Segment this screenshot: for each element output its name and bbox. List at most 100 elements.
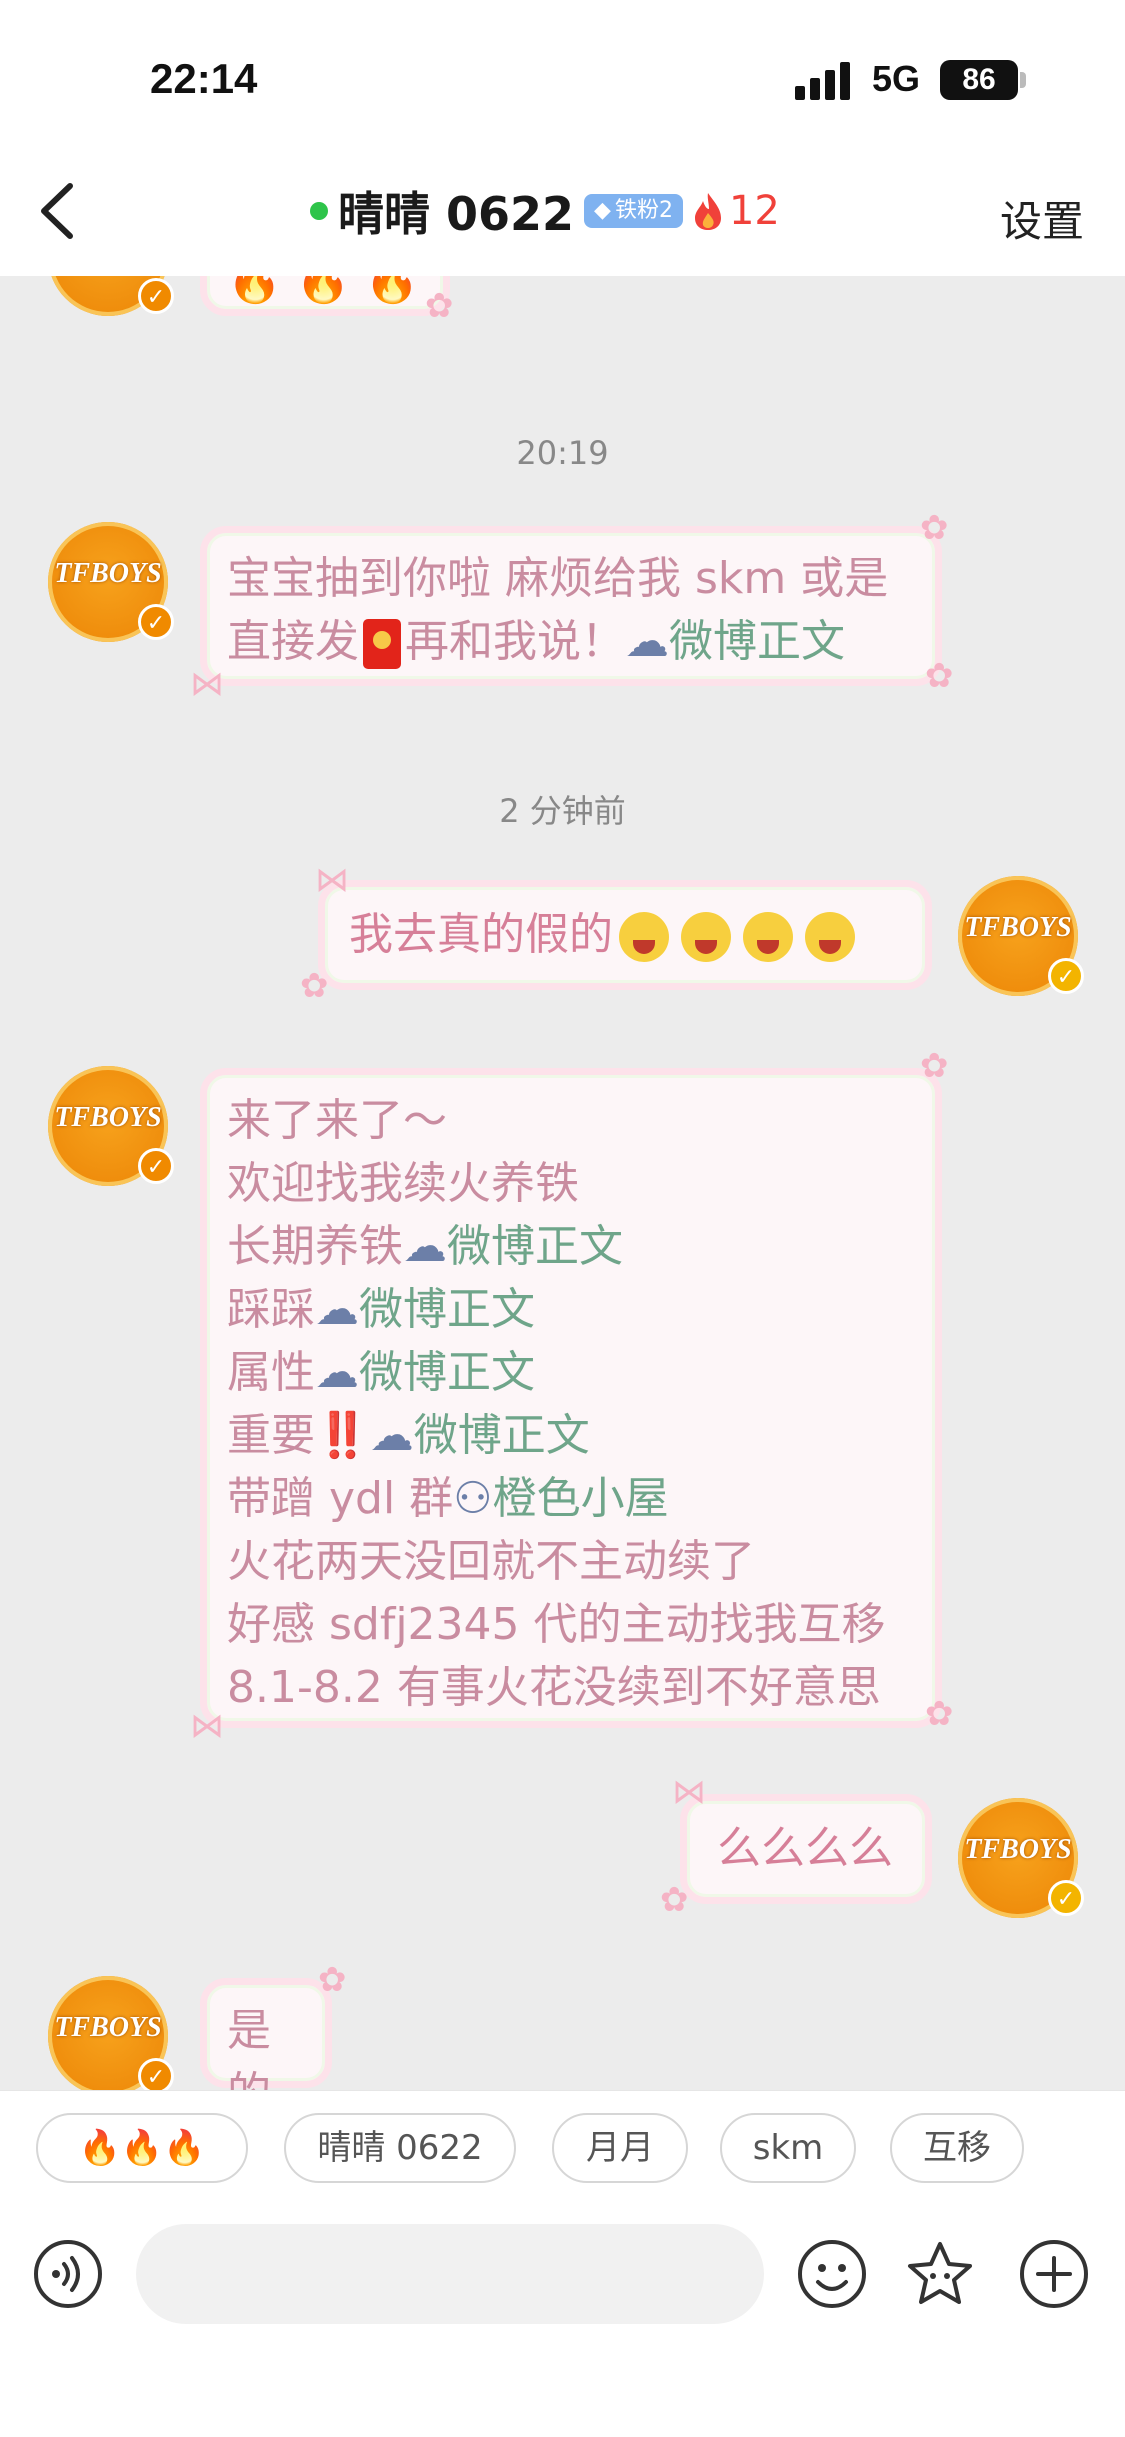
emoji-icon bbox=[619, 912, 669, 962]
avatar-logo: TFBOYS bbox=[964, 1834, 1072, 1865]
sticker-decoration-icon: ✿ bbox=[318, 1960, 347, 2000]
settings-button[interactable]: 设置 bbox=[1000, 188, 1084, 249]
sticker-decoration-icon: ✿ bbox=[920, 508, 949, 548]
verified-icon: ✓ bbox=[138, 1148, 174, 1184]
weibo-post-link[interactable]: 微博正文 bbox=[414, 1410, 590, 1461]
message-line: 属性☁微博正文 bbox=[227, 1341, 915, 1404]
red-envelope-icon bbox=[363, 619, 401, 669]
message-text: 带蹭 ydl 群 bbox=[227, 1473, 454, 1524]
message-text: 🔥 🔥 🔥 bbox=[227, 276, 420, 306]
sticker-decoration-icon: ✿ bbox=[925, 1694, 954, 1734]
verified-icon: ✓ bbox=[1048, 1880, 1084, 1916]
message-bubble[interactable]: 么么么么 bbox=[680, 1794, 932, 1904]
quick-reply-chip[interactable]: skm bbox=[720, 2113, 856, 2183]
sticker-decoration-icon: ✿ bbox=[660, 1880, 689, 1920]
cloud-icon: ☁ bbox=[315, 1284, 359, 1335]
group-icon: ⚇ bbox=[453, 1473, 493, 1524]
emoji-icon bbox=[743, 912, 793, 962]
emoji-icon[interactable] bbox=[796, 2238, 868, 2310]
message-text: 我去真的假的 bbox=[349, 909, 613, 960]
message-input[interactable] bbox=[136, 2224, 764, 2324]
sticker-icon[interactable] bbox=[904, 2238, 976, 2310]
message-line: 带蹭 ydl 群⚇橙色小屋 bbox=[227, 1467, 915, 1530]
quick-reply-chip[interactable]: 晴晴 0622 bbox=[284, 2113, 516, 2183]
bow-decoration-icon: ⋈ bbox=[315, 860, 349, 900]
chat-title: 晴晴 0622 bbox=[338, 187, 575, 241]
network-label: 5G bbox=[872, 58, 921, 99]
message-text: 重要 bbox=[227, 1410, 315, 1461]
message-text: 再和我说！ bbox=[405, 616, 625, 667]
online-status-dot bbox=[310, 202, 328, 220]
verified-icon: ✓ bbox=[138, 604, 174, 640]
sticker-decoration-icon: ✿ bbox=[425, 286, 454, 326]
quick-reply-chip[interactable]: 月月 bbox=[552, 2113, 688, 2183]
avatar-logo: TFBOYS bbox=[54, 558, 162, 589]
battery-level: 86 bbox=[962, 63, 996, 96]
message-line: 好感 sdfj2345 代的主动找我互移 bbox=[227, 1599, 886, 1650]
avatar[interactable]: TFBOYS ✓ bbox=[958, 1798, 1084, 1918]
avatar[interactable]: TFBOYS ✓ bbox=[958, 876, 1084, 996]
sticker-decoration-icon: ✿ bbox=[920, 1046, 949, 1086]
cloud-icon: ☁ bbox=[625, 616, 669, 667]
fire-streak: 12 bbox=[693, 188, 780, 234]
diamond-icon: ◆ bbox=[594, 198, 611, 223]
battery-tip bbox=[1020, 72, 1026, 88]
weibo-post-link[interactable]: 微博正文 bbox=[669, 616, 845, 667]
cloud-icon: ☁ bbox=[315, 1347, 359, 1398]
quick-reply-chip[interactable]: 互移 bbox=[890, 2113, 1024, 2183]
timestamp: 2 分钟前 bbox=[499, 792, 626, 830]
back-chevron-icon[interactable] bbox=[30, 178, 90, 244]
status-time: 22:14 bbox=[150, 55, 258, 102]
message-bubble[interactable]: 宝宝抽到你啦 麻烦给我 skm 或是 直接发 再和我说！☁微博正文 bbox=[200, 526, 942, 686]
message-line: 宝宝抽到你啦 麻烦给我 skm 或是 bbox=[227, 553, 889, 604]
chat-title-area[interactable]: 晴晴 0622 ◆ 铁粉2 12 bbox=[310, 178, 780, 244]
bow-decoration-icon: ⋈ bbox=[190, 664, 224, 704]
avatar[interactable]: TFBOYS ✓ bbox=[48, 1066, 174, 1186]
message-line: 踩踩☁微博正文 bbox=[227, 1278, 915, 1341]
bow-decoration-icon: ⋈ bbox=[190, 1706, 224, 1746]
verified-icon: ✓ bbox=[138, 278, 174, 314]
quick-reply-chip[interactable]: 🔥🔥🔥 bbox=[36, 2113, 248, 2183]
fire-icon bbox=[694, 193, 721, 230]
message-line: 火花两天没回就不主动续了 bbox=[227, 1536, 755, 1587]
sticker-decoration-icon: ✿ bbox=[300, 966, 329, 1006]
battery-icon: 86 bbox=[940, 60, 1018, 100]
message-bubble[interactable]: 我去真的假的 bbox=[318, 880, 932, 990]
message-line: 8.1-8.2 有事火花没续到不好意思 bbox=[227, 1662, 881, 1713]
cloud-icon: ☁ bbox=[403, 1221, 447, 1272]
message-text: 长期养铁 bbox=[227, 1221, 403, 1272]
message-bubble[interactable]: 🔥 🔥 🔥 bbox=[200, 276, 450, 316]
fan-badge-label: 铁粉2 bbox=[614, 198, 673, 223]
double-exclamation-icon: ‼️ bbox=[315, 1410, 370, 1461]
message-text: 属性 bbox=[227, 1347, 315, 1398]
message-line: 直接发 再和我说！☁微博正文 bbox=[227, 610, 915, 673]
weibo-post-link[interactable]: 微博正文 bbox=[447, 1221, 623, 1272]
message-text: 么么么么 bbox=[717, 1823, 893, 1874]
emoji-icon bbox=[681, 912, 731, 962]
voice-icon[interactable] bbox=[32, 2238, 104, 2310]
avatar[interactable]: TFBOYS ✓ bbox=[48, 276, 174, 316]
message-text: 是的 bbox=[227, 2005, 271, 2090]
emoji-icon bbox=[805, 912, 855, 962]
message-text: 踩踩 bbox=[227, 1284, 315, 1335]
avatar-logo: TFBOYS bbox=[964, 912, 1072, 943]
avatar[interactable]: TFBOYS ✓ bbox=[48, 522, 174, 642]
message-line: 来了来了～ bbox=[227, 1095, 447, 1146]
weibo-post-link[interactable]: 微博正文 bbox=[359, 1347, 535, 1398]
message-line: 重要‼️☁微博正文 bbox=[227, 1404, 915, 1467]
fan-badge: ◆ 铁粉2 bbox=[584, 194, 683, 228]
message-bubble[interactable]: 是的 bbox=[200, 1978, 332, 2090]
cloud-icon: ☁ bbox=[369, 1410, 414, 1461]
group-link[interactable]: 橙色小屋 bbox=[493, 1473, 669, 1524]
message-line: 欢迎找我续火养铁 bbox=[227, 1158, 579, 1209]
plus-icon[interactable] bbox=[1018, 2238, 1090, 2310]
avatar-logo: TFBOYS bbox=[54, 1102, 162, 1133]
message-bubble[interactable]: 来了来了～ 欢迎找我续火养铁 长期养铁☁微博正文 踩踩☁微博正文 属性☁微博正文… bbox=[200, 1068, 942, 1728]
weibo-post-link[interactable]: 微博正文 bbox=[359, 1284, 535, 1335]
status-bar: 22:14 5G 86 bbox=[0, 0, 1125, 150]
timestamp: 20:19 bbox=[516, 434, 609, 472]
sticker-decoration-icon: ✿ bbox=[925, 656, 954, 696]
chat-area[interactable]: TFBOYS ✓ 🔥 🔥 🔥 ✿ 20:19 TFBOYS ✓ 宝宝抽到你啦 麻… bbox=[0, 276, 1125, 2090]
avatar[interactable]: TFBOYS ✓ bbox=[48, 1976, 174, 2090]
avatar-logo: TFBOYS bbox=[54, 2012, 162, 2043]
